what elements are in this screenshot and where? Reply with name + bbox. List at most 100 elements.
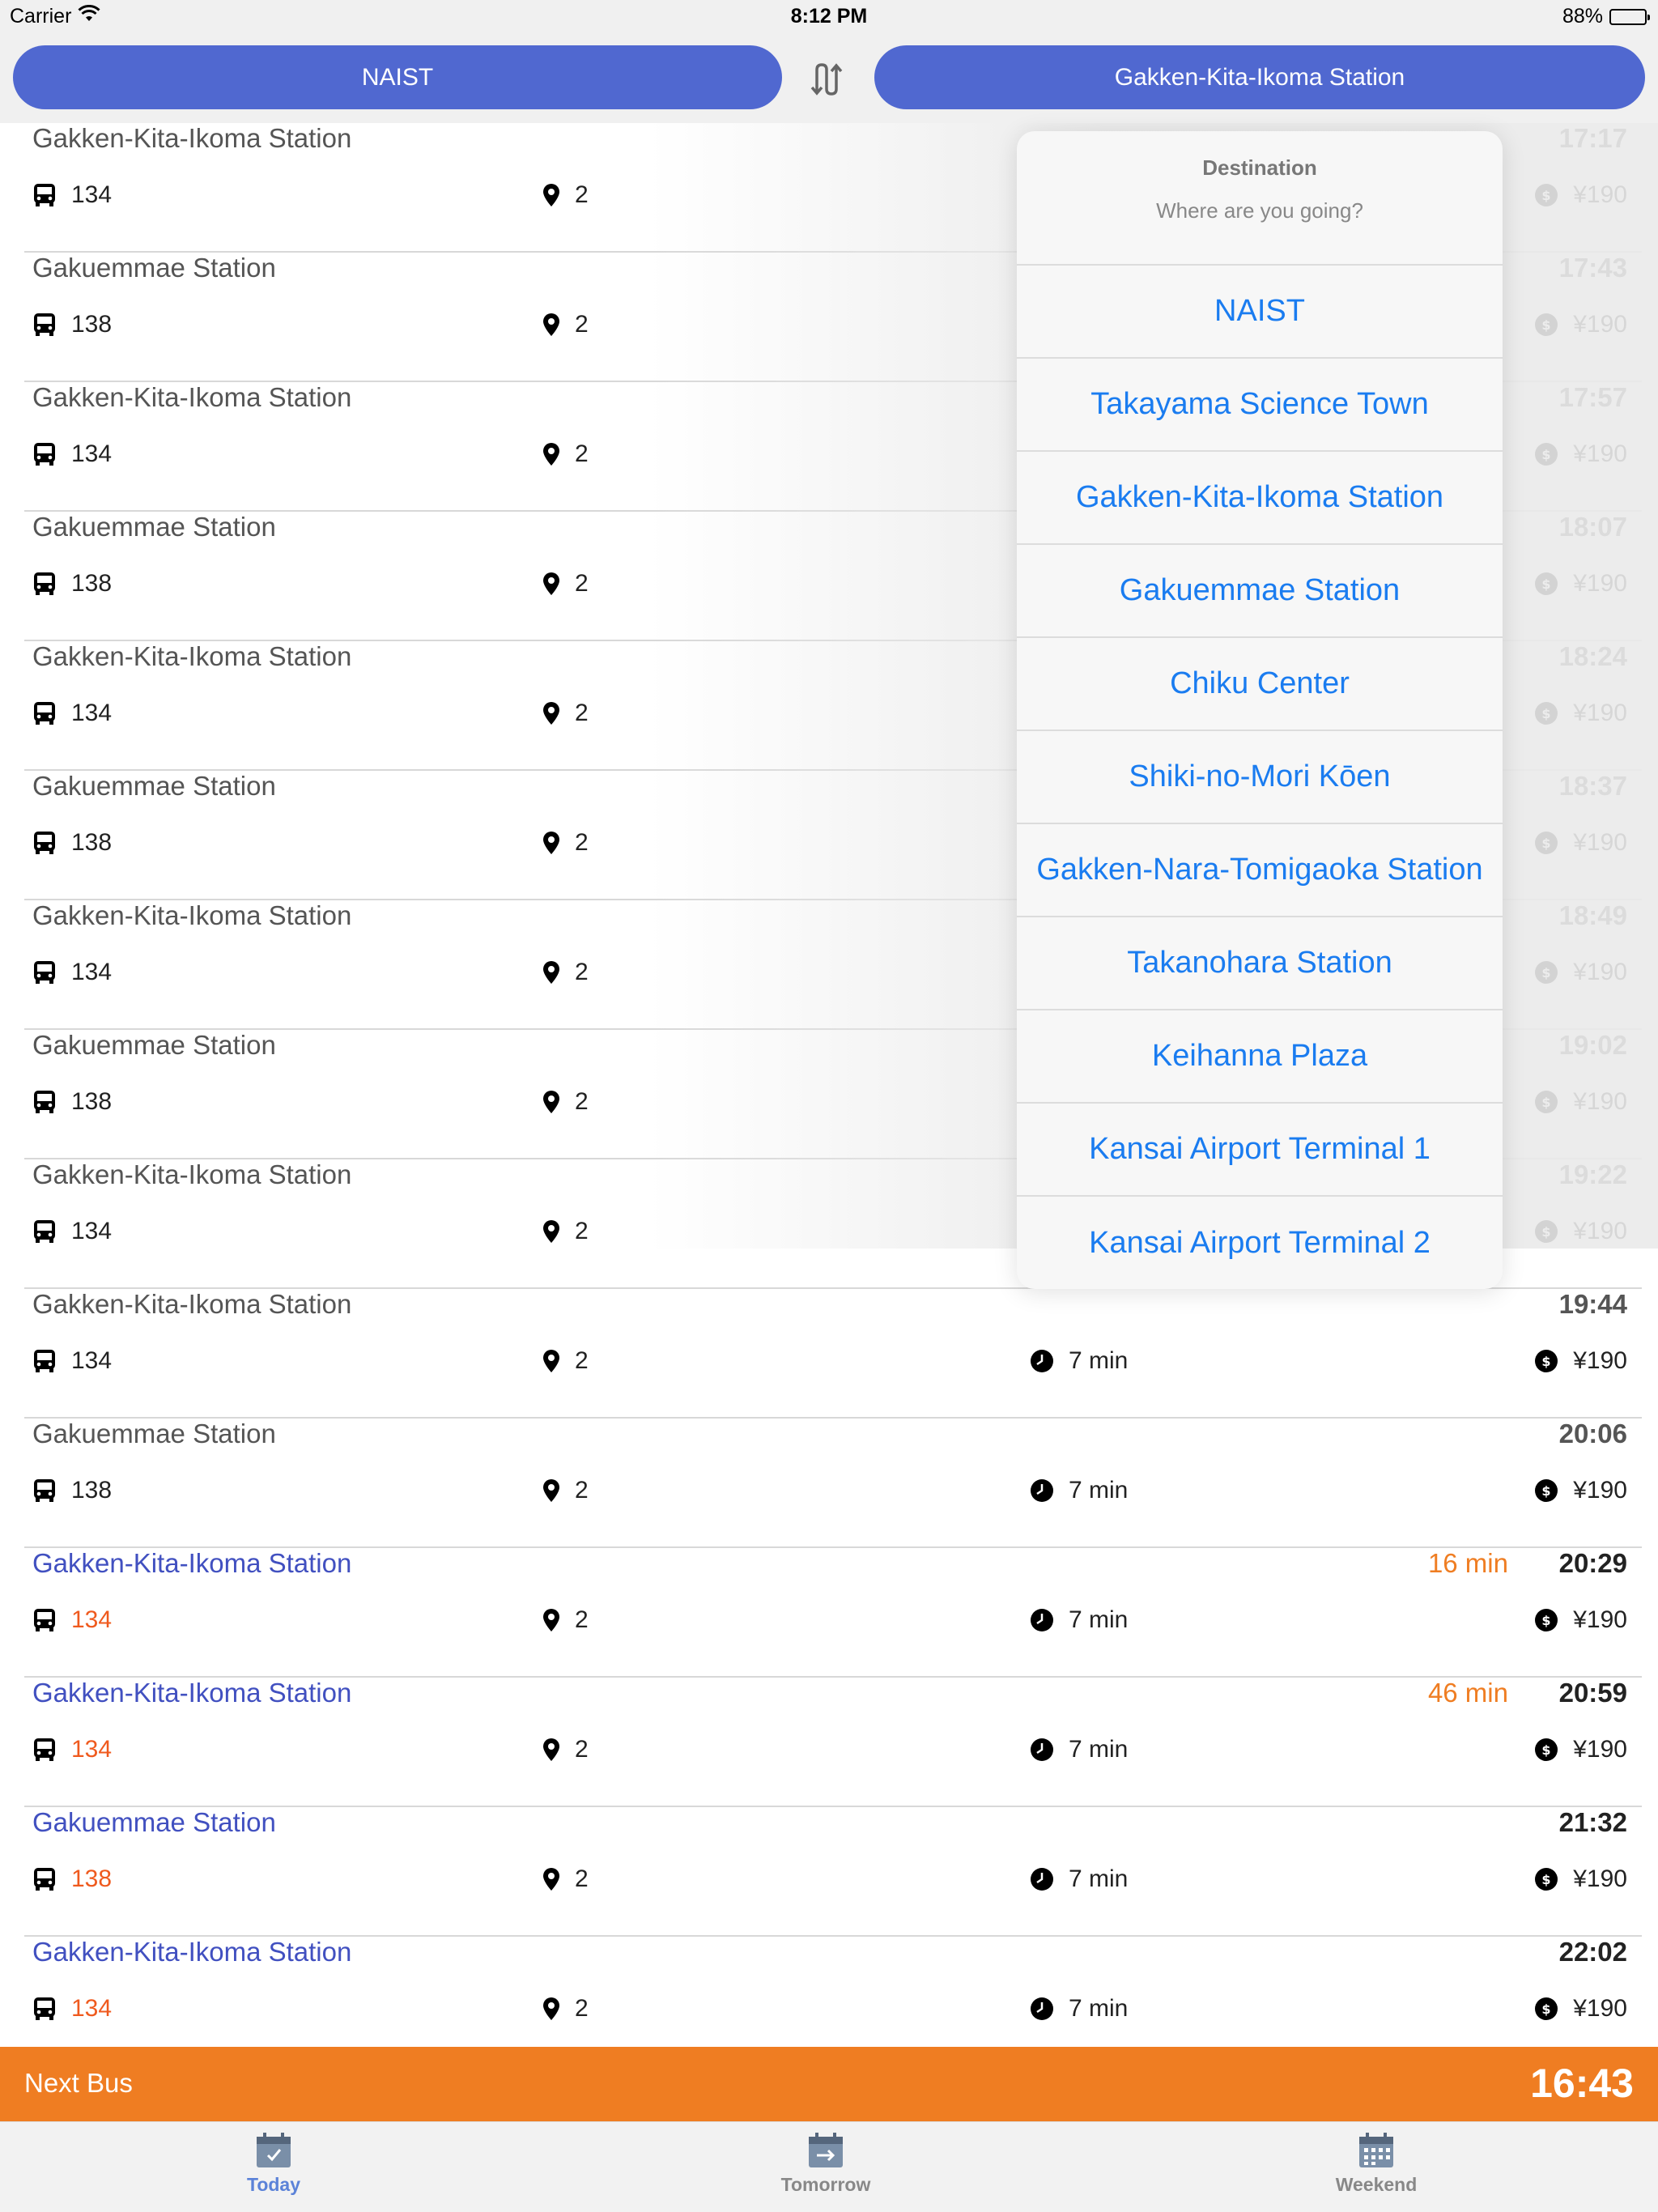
row-stop-number: 2 <box>575 311 589 338</box>
row-fare-value: ¥190 <box>1573 959 1627 985</box>
row-stop-number: 2 <box>575 1218 589 1244</box>
location-pin-icon <box>542 1349 560 1373</box>
row-stop-number: 2 <box>575 1995 589 2022</box>
destination-option[interactable]: Gakken-Nara-Tomigaoka Station <box>1017 824 1503 917</box>
row-bus: 134 <box>32 1347 112 1375</box>
status-time: 8:12 PM <box>790 5 868 28</box>
row-route-number: 134 <box>71 181 113 208</box>
row-duration: 7 min <box>1030 1865 1128 1893</box>
timetable-row[interactable]: Gakuemmae Station 20:06 138 2 7 min $ ¥190 <box>24 1419 1642 1548</box>
row-destination: Gakken-Kita-Ikoma Station <box>32 382 352 412</box>
row-route-number: 134 <box>71 1995 113 2022</box>
destination-option[interactable]: Takayama Science Town <box>1017 359 1503 452</box>
clock-icon <box>1030 1478 1054 1503</box>
row-bus: 134 <box>32 700 112 727</box>
coin-icon: $ <box>1534 960 1558 985</box>
row-bus: 138 <box>32 1865 112 1893</box>
svg-text:$: $ <box>1542 317 1551 333</box>
destination-option[interactable]: Shiki-no-Mori Kōen <box>1017 731 1503 824</box>
row-route-number: 134 <box>71 1736 113 1763</box>
destination-option[interactable]: Chiku Center <box>1017 638 1503 731</box>
svg-text:$: $ <box>1542 2001 1551 2017</box>
swap-direction-button[interactable] <box>806 57 851 102</box>
destination-option[interactable]: Gakuemmae Station <box>1017 545 1503 638</box>
destination-option[interactable]: NAIST <box>1017 266 1503 359</box>
timetable-row[interactable]: Gakken-Kita-Ikoma Station 46 min 20:59 134 2… <box>24 1678 1642 1807</box>
row-route-number: 134 <box>71 1606 113 1633</box>
row-fare-value: ¥190 <box>1573 181 1627 208</box>
row-route-number: 134 <box>71 700 113 726</box>
row-eta: 16 min <box>1427 1548 1508 1578</box>
row-duration: 7 min <box>1030 1347 1128 1375</box>
tab-weekend[interactable]: Weekend <box>1295 2132 1457 2196</box>
row-duration-value: 7 min <box>1069 1347 1129 1374</box>
svg-text:$: $ <box>1542 447 1551 462</box>
destination-button[interactable]: Gakken-Kita-Ikoma Station <box>874 45 1645 109</box>
row-fare-value: ¥190 <box>1573 1736 1627 1763</box>
row-duration: 7 min <box>1030 1736 1128 1763</box>
row-fare: $ ¥190 <box>1534 311 1627 338</box>
row-destination: Gakken-Kita-Ikoma Station <box>32 1548 352 1578</box>
row-fare: $ ¥190 <box>1534 700 1627 727</box>
location-pin-icon <box>542 1997 560 2021</box>
timetable-row[interactable]: Gakuemmae Station 21:32 138 2 7 min $ ¥190 <box>24 1807 1642 1937</box>
clock-icon <box>1030 1997 1054 2021</box>
row-destination: Gakken-Kita-Ikoma Station <box>32 123 352 153</box>
swap-icon <box>810 63 843 96</box>
row-route-number: 138 <box>71 1088 113 1115</box>
row-bus: 134 <box>32 1736 112 1763</box>
origin-button[interactable]: NAIST <box>13 45 782 109</box>
row-destination: Gakken-Kita-Ikoma Station <box>32 1289 352 1319</box>
row-route-number: 138 <box>71 311 113 338</box>
row-stop-number: 2 <box>575 1347 589 1374</box>
row-stop: 2 <box>542 1995 589 2023</box>
bus-icon <box>32 1478 57 1503</box>
bus-icon <box>32 1090 57 1114</box>
row-duration-value: 7 min <box>1069 1736 1129 1763</box>
coin-icon: $ <box>1534 1867 1558 1891</box>
location-pin-icon <box>542 1738 560 1762</box>
tab-tomorrow[interactable]: Tomorrow <box>745 2132 907 2196</box>
row-route-number: 138 <box>71 570 113 597</box>
bus-icon <box>32 701 57 725</box>
row-route-number: 134 <box>71 1218 113 1244</box>
row-fare: $ ¥190 <box>1534 1606 1627 1634</box>
destination-option[interactable]: Gakken-Kita-Ikoma Station <box>1017 452 1503 545</box>
row-departure-time: 19:02 <box>1558 1030 1627 1060</box>
row-bus: 134 <box>32 1606 112 1634</box>
row-fare: $ ¥190 <box>1534 1477 1627 1504</box>
row-departure-time: 20:59 <box>1558 1678 1627 1708</box>
row-departure-time: 19:44 <box>1558 1289 1627 1319</box>
tab-today[interactable]: Today <box>193 2132 355 2196</box>
bus-icon <box>32 183 57 207</box>
clock-icon <box>1030 1608 1054 1632</box>
row-departure-time: 17:57 <box>1558 382 1627 412</box>
row-fare: $ ¥190 <box>1534 570 1627 598</box>
row-bus: 134 <box>32 1995 112 2023</box>
bus-icon <box>32 831 57 855</box>
row-stop-number: 2 <box>575 959 589 985</box>
route-header: NAIST Gakken-Kita-Ikoma Station <box>0 32 1658 123</box>
row-departure-time: 22:02 <box>1558 1937 1627 1967</box>
row-stop-number: 2 <box>575 440 589 467</box>
row-departure-time: 18:07 <box>1558 512 1627 542</box>
row-destination: Gakuemmae Station <box>32 253 276 283</box>
next-bus-time: 16:43 <box>1530 2061 1634 2106</box>
row-stop: 2 <box>542 570 589 598</box>
destination-option[interactable]: Keihanna Plaza <box>1017 1010 1503 1104</box>
row-stop: 2 <box>542 1088 589 1116</box>
coin-icon: $ <box>1534 1478 1558 1503</box>
row-duration: 7 min <box>1030 1995 1128 2023</box>
timetable-row[interactable]: Gakken-Kita-Ikoma Station 16 min 20:29 134 2… <box>24 1548 1642 1678</box>
destination-option[interactable]: Kansai Airport Terminal 2 <box>1017 1197 1503 1289</box>
destination-option[interactable]: Kansai Airport Terminal 1 <box>1017 1104 1503 1197</box>
svg-text:$: $ <box>1542 1742 1551 1758</box>
coin-icon: $ <box>1534 1608 1558 1632</box>
row-duration-value: 7 min <box>1069 1865 1129 1892</box>
destination-option[interactable]: Takanohara Station <box>1017 917 1503 1010</box>
row-fare-value: ¥190 <box>1573 311 1627 338</box>
tab-weekend-label: Weekend <box>1335 2174 1418 2195</box>
timetable-row[interactable]: Gakken-Kita-Ikoma Station 19:44 134 2 7 min $… <box>24 1289 1642 1419</box>
bus-icon <box>32 1738 57 1762</box>
row-destination: Gakken-Kita-Ikoma Station <box>32 641 352 671</box>
